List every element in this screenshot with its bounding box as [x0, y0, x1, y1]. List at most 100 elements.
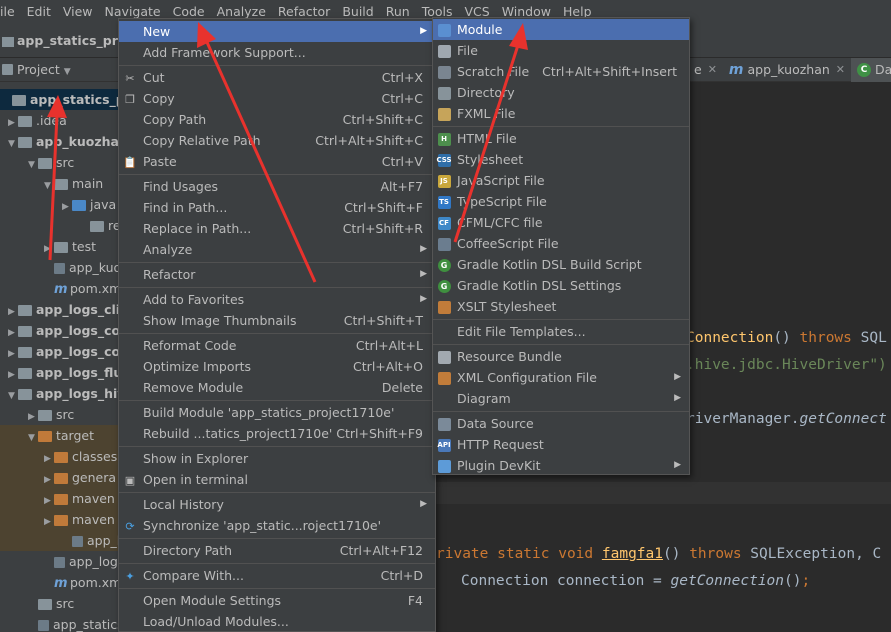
- menu-item-module[interactable]: Module: [433, 19, 689, 40]
- tree-node-src[interactable]: ▶ src: [0, 404, 120, 425]
- menu-item-open-module-settings[interactable]: Open Module Settings F4: [119, 590, 435, 611]
- tree-node-module[interactable]: ▶ app_logs_co: [0, 320, 120, 341]
- editor-tab[interactable]: e ✕: [688, 58, 723, 82]
- menu-item-local-history[interactable]: Local History ▶: [119, 494, 435, 515]
- tree-node-idea[interactable]: ▶ .idea: [0, 110, 120, 131]
- menu-item-add-to-favorites[interactable]: Add to Favorites ▶: [119, 289, 435, 310]
- menu-item-diagram[interactable]: Diagram ▶: [433, 388, 689, 409]
- tree-node-module[interactable]: ▶ app_logs_cli: [0, 299, 120, 320]
- chevron-down-icon[interactable]: ▼: [8, 386, 18, 404]
- menu-item-cut[interactable]: ✂ Cut Ctrl+X: [119, 67, 435, 88]
- menu-item-edit-file-templates[interactable]: Edit File Templates...: [433, 321, 689, 342]
- menu-item-stylesheet[interactable]: CSS Stylesheet: [433, 149, 689, 170]
- menu-item-resource-bundle[interactable]: Resource Bundle: [433, 346, 689, 367]
- menu-item-reformat-code[interactable]: Reformat Code Ctrl+Alt+L: [119, 335, 435, 356]
- menu-item-analyze[interactable]: Analyze ▶: [119, 239, 435, 260]
- tree-node-module[interactable]: ▶ app_logs_flu: [0, 362, 120, 383]
- editor-tab[interactable]: m app_kuozhan ✕: [723, 58, 851, 82]
- menu-item-xml-configuration-file[interactable]: XML Configuration File ▶: [433, 367, 689, 388]
- tree-node-pom[interactable]: m pom.xml: [0, 572, 120, 593]
- tree-node-test[interactable]: ▶ test: [0, 236, 120, 257]
- menu-file[interactable]: ile: [0, 0, 21, 24]
- chevron-down-icon[interactable]: ▼: [28, 428, 38, 446]
- chevron-right-icon[interactable]: ▶: [44, 239, 54, 257]
- menu-item-new[interactable]: New ▶: [119, 21, 435, 42]
- tree-node-project[interactable]: app_statics_pro: [0, 89, 120, 110]
- close-icon[interactable]: ✕: [836, 63, 845, 76]
- tree-node-file[interactable]: app_logs: [0, 551, 120, 572]
- tree-node-jar[interactable]: app_lo: [0, 530, 120, 551]
- tree-node-pom[interactable]: m pom.xml: [0, 278, 120, 299]
- menu-item-add-framework-support[interactable]: Add Framework Support...: [119, 42, 435, 63]
- editor-tab[interactable]: CDay: [851, 57, 891, 82]
- tree-node-resources[interactable]: res: [0, 215, 120, 236]
- chevron-right-icon[interactable]: ▶: [44, 449, 54, 467]
- tree-node-src[interactable]: ▼ src: [0, 152, 120, 173]
- menu-item-html-file[interactable]: H HTML File: [433, 128, 689, 149]
- menu-item-directory[interactable]: Directory: [433, 82, 689, 103]
- tree-node-classes[interactable]: ▶ classes: [0, 446, 120, 467]
- menu-item-replace-in-path[interactable]: Replace in Path... Ctrl+Shift+R: [119, 218, 435, 239]
- chevron-right-icon[interactable]: ▶: [44, 512, 54, 530]
- chevron-right-icon[interactable]: ▶: [8, 344, 18, 362]
- menu-item-find-in-path[interactable]: Find in Path... Ctrl+Shift+F: [119, 197, 435, 218]
- tree-node-maven[interactable]: ▶ maven: [0, 488, 120, 509]
- project-view-selector[interactable]: Project ▼: [17, 62, 71, 77]
- menu-item-plugin-devkit[interactable]: Plugin DevKit ▶: [433, 455, 689, 476]
- chevron-right-icon[interactable]: ▶: [8, 365, 18, 383]
- menu-item-build-module-app-statics-project1710e[interactable]: Build Module 'app_statics_project1710e': [119, 402, 435, 423]
- menu-item-data-source[interactable]: Data Source: [433, 413, 689, 434]
- menu-item-refactor[interactable]: Refactor ▶: [119, 264, 435, 285]
- menu-item-gradle-kotlin-dsl-settings[interactable]: G Gradle Kotlin DSL Settings: [433, 275, 689, 296]
- tree-node-maven[interactable]: ▶ maven: [0, 509, 120, 530]
- chevron-down-icon[interactable]: ▼: [44, 176, 54, 194]
- chevron-right-icon[interactable]: ▶: [8, 113, 18, 131]
- chevron-right-icon[interactable]: ▶: [8, 302, 18, 320]
- menu-item-copy-relative-path[interactable]: Copy Relative Path Ctrl+Alt+Shift+C: [119, 130, 435, 151]
- chevron-right-icon[interactable]: ▶: [62, 197, 72, 215]
- menu-item-load-unload-modules[interactable]: Load/Unload Modules...: [119, 611, 435, 632]
- menu-edit[interactable]: Edit: [21, 0, 57, 24]
- chevron-right-icon[interactable]: ▶: [8, 323, 18, 341]
- menu-item-find-usages[interactable]: Find Usages Alt+F7: [119, 176, 435, 197]
- menu-item-copy[interactable]: ❐ Copy Ctrl+C: [119, 88, 435, 109]
- menu-item-synchronize-app-static-roject1710e[interactable]: ⟳ Synchronize 'app_static...roject1710e': [119, 515, 435, 536]
- tree-node-module[interactable]: ▼ app_kuozha: [0, 131, 120, 152]
- close-icon[interactable]: ✕: [708, 63, 717, 76]
- chevron-down-icon[interactable]: ▼: [8, 134, 18, 152]
- menu-item-compare-with[interactable]: ✦ Compare With... Ctrl+D: [119, 565, 435, 586]
- tree-node-src[interactable]: src: [0, 593, 120, 614]
- menu-item-directory-path[interactable]: Directory Path Ctrl+Alt+F12: [119, 540, 435, 561]
- chevron-right-icon[interactable]: ▶: [44, 470, 54, 488]
- menu-item-rebuild-tatics-project1710e[interactable]: Rebuild ...tatics_project1710e' Ctrl+Shif…: [119, 423, 435, 444]
- menu-item-javascript-file[interactable]: JS JavaScript File: [433, 170, 689, 191]
- menu-item-gradle-kotlin-dsl-build-script[interactable]: G Gradle Kotlin DSL Build Script: [433, 254, 689, 275]
- chevron-down-icon[interactable]: ▼: [28, 155, 38, 173]
- tree-node-java[interactable]: ▶ java: [0, 194, 120, 215]
- menu-item-paste[interactable]: 📋 Paste Ctrl+V: [119, 151, 435, 172]
- menu-item-fxml-file[interactable]: FXML File: [433, 103, 689, 124]
- menu-item-copy-path[interactable]: Copy Path Ctrl+Shift+C: [119, 109, 435, 130]
- chevron-right-icon[interactable]: ▶: [28, 407, 38, 425]
- menu-item-remove-module[interactable]: Remove Module Delete: [119, 377, 435, 398]
- menu-item-show-image-thumbnails[interactable]: Show Image Thumbnails Ctrl+Shift+T: [119, 310, 435, 331]
- chevron-right-icon[interactable]: ▶: [44, 491, 54, 509]
- menu-item-typescript-file[interactable]: TS TypeScript File: [433, 191, 689, 212]
- menu-item-coffeescript-file[interactable]: CoffeeScript File: [433, 233, 689, 254]
- menu-item-open-in-terminal[interactable]: ▣ Open in terminal: [119, 469, 435, 490]
- menu-item-xslt-stylesheet[interactable]: XSLT Stylesheet: [433, 296, 689, 317]
- menu-item-scratch-file[interactable]: Scratch File Ctrl+Alt+Shift+Insert: [433, 61, 689, 82]
- tree-node-generated[interactable]: ▶ genera: [0, 467, 120, 488]
- menu-item-file[interactable]: File: [433, 40, 689, 61]
- tree-node-file[interactable]: app_statics_p: [0, 614, 120, 632]
- menu-item-optimize-imports[interactable]: Optimize Imports Ctrl+Alt+O: [119, 356, 435, 377]
- tree-node-module[interactable]: ▶ app_logs_co: [0, 341, 120, 362]
- menu-item-cfml-cfc-file[interactable]: CF CFML/CFC file: [433, 212, 689, 233]
- menu-view[interactable]: View: [57, 0, 99, 24]
- tree-node-target[interactable]: ▼ target: [0, 425, 120, 446]
- menu-item-show-in-explorer[interactable]: Show in Explorer: [119, 448, 435, 469]
- tree-node-file[interactable]: app_kuoz: [0, 257, 120, 278]
- tree-node-module[interactable]: ▼ app_logs_hiv: [0, 383, 120, 404]
- menu-item-http-request[interactable]: API HTTP Request: [433, 434, 689, 455]
- tree-node-main[interactable]: ▼ main: [0, 173, 120, 194]
